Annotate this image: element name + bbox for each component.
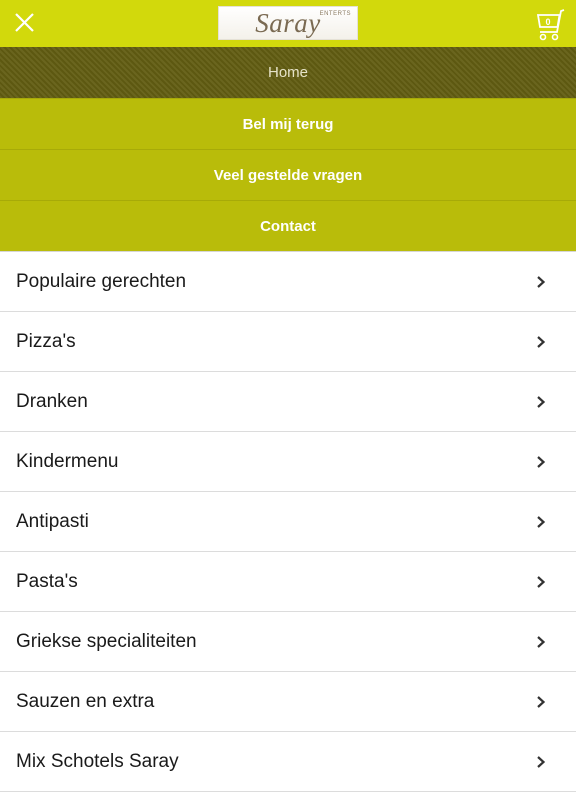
nav-item-label: Contact [260,217,316,235]
nav-item-callback[interactable]: Bel mij terug [0,98,576,149]
nav-item-label: Home [267,64,308,81]
chevron-right-icon [536,755,546,769]
logo[interactable]: ENTERTS Saray [218,6,358,40]
category-row-populaire-gerechten[interactable]: Populaire gerechten [0,252,576,312]
category-row-antipasti[interactable]: Antipasti [0,492,576,552]
close-menu-button[interactable] [8,6,42,40]
category-label: Sauzen en extra [16,690,155,712]
category-list: Populaire gerechten Pizza's Dranken Kind… [0,251,576,792]
category-label: Mix Schotels Saray [16,750,179,772]
nav-item-contact[interactable]: Contact [0,200,576,251]
top-bar: ENTERTS Saray 0 [0,0,576,47]
category-row-kindermenu[interactable]: Kindermenu [0,432,576,492]
category-label: Griekse specialiteiten [16,630,197,652]
nav-item-home[interactable]: Home [0,47,576,98]
chevron-right-icon [536,695,546,709]
cart-button[interactable]: 0 [534,6,568,42]
category-row-pizzas[interactable]: Pizza's [0,312,576,372]
chevron-right-icon [536,515,546,529]
category-row-mix-schotels-saray[interactable]: Mix Schotels Saray [0,732,576,792]
category-row-dranken[interactable]: Dranken [0,372,576,432]
nav-item-label: Bel mij terug [242,115,334,133]
chevron-right-icon [536,455,546,469]
chevron-right-icon [536,395,546,409]
category-row-sauzen-en-extra[interactable]: Sauzen en extra [0,672,576,732]
logo-subtext: ENTERTS [319,11,351,17]
category-label: Kindermenu [16,450,119,472]
nav-item-label: Veel gestelde vragen [213,166,363,184]
chevron-right-icon [536,335,546,349]
nav-item-faq[interactable]: Veel gestelde vragen [0,149,576,200]
category-row-pastas[interactable]: Pasta's [0,552,576,612]
logo-text: Saray [255,7,321,38]
category-label: Populaire gerechten [16,270,187,292]
category-label: Antipasti [16,510,89,532]
category-label: Pizza's [16,330,76,352]
close-icon [15,13,34,32]
chevron-right-icon [536,275,546,289]
chevron-right-icon [536,635,546,649]
category-label: Dranken [16,390,88,412]
chevron-right-icon [536,575,546,589]
category-label: Pasta's [16,570,78,592]
nav-menu: Home Bel mij terug Veel gestelde vragen … [0,47,576,251]
category-row-griekse-specialiteiten[interactable]: Griekse specialiteiten [0,612,576,672]
cart-count-badge: 0 [545,17,551,27]
